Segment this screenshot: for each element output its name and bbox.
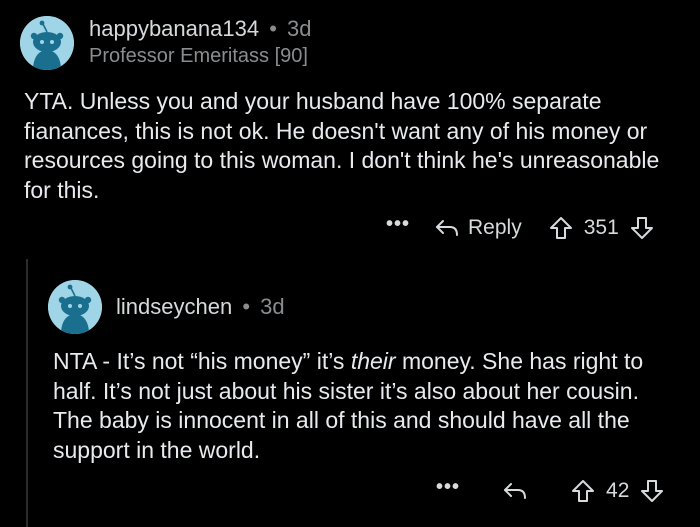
more-options-button[interactable]: ••• [386, 214, 410, 234]
reply-button[interactable]: Reply [434, 216, 522, 240]
upvote-arrow-icon[interactable] [570, 478, 596, 504]
vote-score: 42 [606, 479, 630, 502]
separator-dot: • [269, 16, 277, 41]
separator-dot: • [242, 294, 251, 319]
reply-body-emphasis: their [350, 348, 396, 374]
reply-body: NTA - It’s not “his money” it’s their mo… [53, 347, 653, 465]
reply-username[interactable]: lindseychen [116, 294, 232, 319]
vote-score: 351 [583, 216, 619, 239]
comment-age: 3d [287, 16, 312, 41]
more-options-button[interactable]: ••• [436, 477, 460, 497]
reply-body-start: NTA - It’s not “his money” it’s [53, 348, 351, 374]
reply-author-line: lindseychen • 3d [116, 294, 285, 320]
vote-controls: 42 [570, 478, 665, 504]
reply-label: Reply [468, 216, 522, 239]
snoo-avatar-icon[interactable] [48, 280, 102, 334]
thread-line[interactable] [26, 259, 28, 527]
downvote-arrow-icon[interactable] [629, 215, 655, 241]
comment-username[interactable]: happybanana134 [89, 16, 259, 41]
vote-controls: 351 [548, 215, 655, 241]
snoo-avatar-icon[interactable] [20, 16, 74, 70]
comment-body: YTA. Unless you and your husband have 10… [24, 87, 674, 205]
comment-action-bar: ••• Reply 351 [386, 210, 676, 246]
reply-body-text: NTA - It’s not “his money” it’s their mo… [53, 347, 653, 465]
comment-body-text: YTA. Unless you and your husband have 10… [24, 88, 660, 203]
reply-action-bar: ••• 42 [436, 473, 676, 509]
upvote-arrow-icon[interactable] [548, 215, 574, 241]
reply-button[interactable] [502, 481, 536, 501]
reply-arrow-icon [504, 483, 527, 499]
reply-arrow-icon [436, 220, 459, 236]
user-flair: Professor Emeritass [90] [89, 45, 308, 67]
downvote-arrow-icon[interactable] [639, 478, 665, 504]
reply-age: 3d [260, 294, 285, 319]
comment-author-line: happybanana134 • 3d [89, 16, 312, 42]
